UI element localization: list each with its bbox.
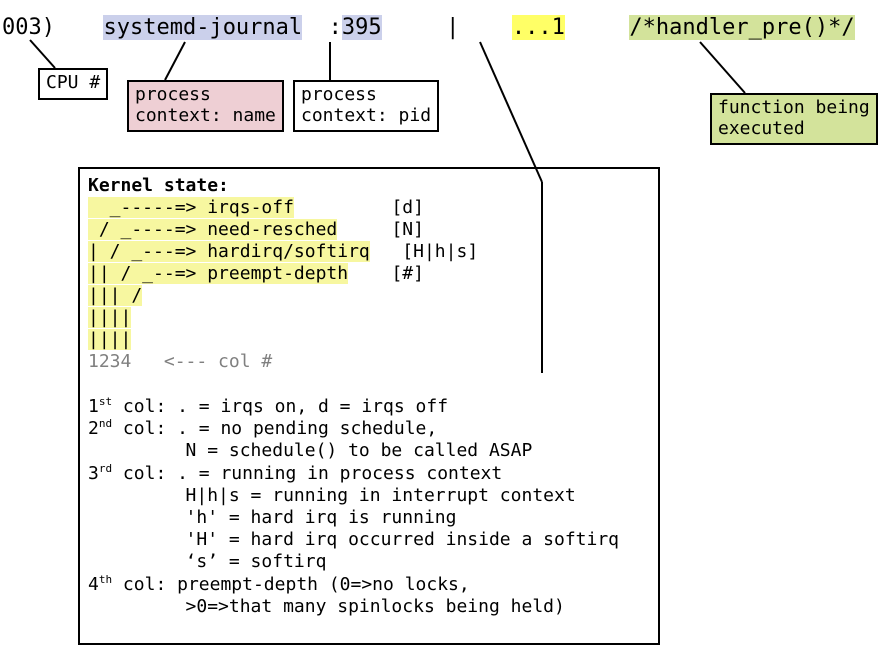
desc-col3b: H|h|s = running in interrupt context [88, 485, 576, 506]
kernel-state-box: Kernel state: _-----=> irqs-off [d] / _-… [78, 167, 660, 645]
function-comment: /* handler_pre() */ [629, 15, 854, 40]
ks-line6: |||| [88, 307, 131, 328]
desc-col2b: N = schedule() to be called ASAP [88, 440, 532, 461]
trace-line: 003) systemd-journal :395 | ...1 /* hand… [0, 15, 855, 40]
pid-colon: : [329, 15, 342, 40]
cpu-id: 003) [2, 15, 55, 40]
ks-line5: ||| / [88, 285, 142, 306]
ks-line1: _-----=> irqs-off [88, 197, 294, 218]
kernel-flags: ...1 [512, 15, 565, 40]
ks-line4: || / _--=> preempt-depth [88, 263, 348, 284]
desc-col4: 4th col: preempt-depth (0=>no locks, [88, 574, 470, 595]
separator-bar: | [446, 15, 459, 40]
desc-col3c: 'h' = hard irq is running [88, 507, 456, 528]
desc-col3: 3rd col: . = running in process context [88, 463, 502, 484]
desc-col2: 2nd col: . = no pending schedule, [88, 418, 437, 439]
desc-col3d: 'H' = hard irq occurred inside a softirq [88, 529, 619, 550]
ks-line7: |||| [88, 329, 131, 350]
ks-line8: 1234 <--- col # [88, 351, 272, 372]
kernel-state-title: Kernel state: [88, 175, 229, 196]
ks-line3: | / _---=> hardirq/softirq [88, 241, 370, 262]
process-pid: 395 [342, 15, 382, 40]
callout-process-pid: process context: pid [293, 80, 439, 132]
callout-function: function being executed [710, 93, 878, 145]
callout-cpu: CPU # [38, 68, 108, 100]
ks-line2: / _----=> need-resched [88, 219, 337, 240]
desc-col1: 1st col: . = irqs on, d = irqs off [88, 396, 448, 417]
process-name: systemd-journal [103, 15, 302, 40]
desc-col4b: >0=>that many spinlocks being held) [88, 596, 565, 617]
callout-process-name: process context: name [127, 80, 284, 132]
desc-col3e: ‘s’ = softirq [88, 551, 326, 572]
